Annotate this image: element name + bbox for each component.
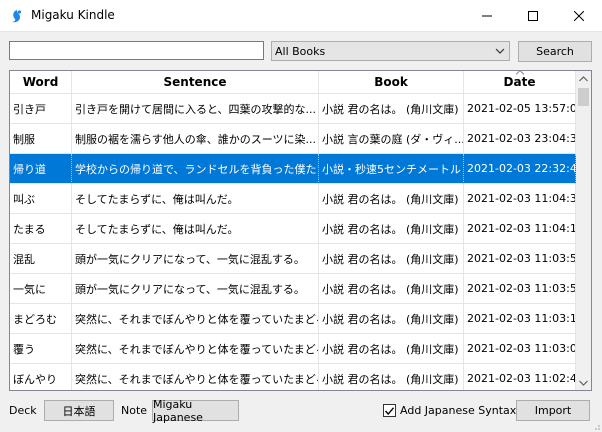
vertical-scrollbar[interactable] xyxy=(576,71,591,390)
date-cell: 2021-02-03 22:32:48 xyxy=(464,154,576,184)
date-cell: 2021-02-03 11:02:47 xyxy=(464,364,576,390)
sentence-cell: 突然に、それまでぼんやりと体を覆っていたまどろ... xyxy=(72,304,319,334)
table-row[interactable]: 制服 制服の裾を濡らす他人の傘、誰かのスーツに染... 小説 言の葉の庭 (ダ・ヴィ… xyxy=(10,124,576,154)
add-syntax-checkbox[interactable] xyxy=(383,404,396,417)
minimize-icon xyxy=(482,15,492,16)
word-cell: まどろむ xyxy=(10,304,72,334)
date-cell: 2021-02-03 11:04:38 xyxy=(464,184,576,214)
column-header-word[interactable]: Word xyxy=(10,71,72,93)
table-row[interactable]: 覆う 突然に、それまでぼんやりと体を覆っていたまどろ... 小説 君の名は。 (角川… xyxy=(10,334,576,364)
date-cell: 2021-02-05 13:57:05 xyxy=(464,94,576,124)
date-cell: 2021-02-03 23:04:33 xyxy=(464,124,576,154)
word-cell: 覆う xyxy=(10,334,72,364)
sentence-cell: そしてたまらずに、俺は叫んだ。 xyxy=(72,184,319,214)
checkmark-icon xyxy=(385,406,394,415)
migaku-app-icon xyxy=(12,10,22,23)
word-cell: 制服 xyxy=(10,124,72,154)
sentence-cell: 頭が一気にクリアになって、一気に混乱する。 xyxy=(72,274,319,304)
table-row[interactable]: ぼんやり 突然に、それまでぼんやりと体を覆っていたまどろ... 小説 君の名は。 (… xyxy=(10,364,576,390)
column-header-book[interactable]: Book xyxy=(319,71,464,93)
search-input[interactable] xyxy=(9,41,264,60)
book-filter-value: All Books xyxy=(275,45,326,58)
table-row[interactable]: たまる そしてたまらずに、俺は叫んだ。 小説 君の名は。 (角川文庫) 2021-02… xyxy=(10,214,576,244)
book-cell: 小説 君の名は。 (角川文庫) xyxy=(319,184,464,214)
close-button[interactable] xyxy=(556,0,602,31)
date-cell: 2021-02-03 11:03:56 xyxy=(464,244,576,274)
word-cell: 一気に xyxy=(10,274,72,304)
chevron-down-icon xyxy=(495,48,505,54)
book-cell: 小説 君の名は。 (角川文庫) xyxy=(319,214,464,244)
column-header-date[interactable]: Date xyxy=(464,71,576,93)
note-label: Note xyxy=(121,404,148,417)
word-cell: 叫ぶ xyxy=(10,184,72,214)
word-cell: ぼんやり xyxy=(10,364,72,390)
maximize-button[interactable] xyxy=(510,0,556,31)
book-cell: 小説・秒速5センチメートル ... xyxy=(319,154,464,184)
book-cell: 小説 君の名は。 (角川文庫) xyxy=(319,94,464,124)
column-header-date-label: Date xyxy=(503,75,536,89)
search-button[interactable]: Search xyxy=(518,41,592,62)
word-cell: 帰り道 xyxy=(10,154,72,184)
table-row[interactable]: 引き戸 引き戸を開けて居間に入ると、四葉の攻撃的な... 小説 君の名は。 (角川文… xyxy=(10,94,576,124)
minimize-button[interactable] xyxy=(464,0,510,31)
sentence-cell: そしてたまらずに、俺は叫んだ。 xyxy=(72,214,319,244)
table-row[interactable]: 混乱 頭が一気にクリアになって、一気に混乱する。 小説 君の名は。 (角川文庫) 20… xyxy=(10,244,576,274)
resize-grip-icon[interactable] xyxy=(592,422,600,430)
sentence-cell: 突然に、それまでぼんやりと体を覆っていたまどろ... xyxy=(72,364,319,390)
scroll-down-button[interactable] xyxy=(576,375,591,390)
chevron-up-icon xyxy=(579,75,588,81)
book-cell: 小説 君の名は。 (角川文庫) xyxy=(319,304,464,334)
date-cell: 2021-02-03 11:03:02 xyxy=(464,334,576,364)
table-row[interactable]: まどろむ 突然に、それまでぼんやりと体を覆っていたまどろ... 小説 君の名は。 (… xyxy=(10,304,576,334)
word-cell: 混乱 xyxy=(10,244,72,274)
date-cell: 2021-02-03 11:03:52 xyxy=(464,274,576,304)
book-cell: 小説 君の名は。 (角川文庫) xyxy=(319,244,464,274)
date-cell: 2021-02-03 11:03:15 xyxy=(464,304,576,334)
title-bar: Migaku Kindle xyxy=(0,0,602,32)
sentence-cell: 制服の裾を濡らす他人の傘、誰かのスーツに染... xyxy=(72,124,319,154)
note-type-button[interactable]: Migaku Japanese xyxy=(152,398,239,424)
maximize-icon xyxy=(528,10,538,21)
table-header: Word Sentence Book Date xyxy=(10,71,576,94)
window-title: Migaku Kindle xyxy=(31,8,115,22)
word-table: Word Sentence Book Date 引き戸 引き戸を開けて居間に入ると… xyxy=(9,70,592,391)
book-cell: 小説 言の葉の庭 (ダ・ヴィ... xyxy=(319,124,464,154)
deck-label: Deck xyxy=(9,404,37,417)
sentence-cell: 引き戸を開けて居間に入ると、四葉の攻撃的な... xyxy=(72,94,319,124)
scroll-up-button[interactable] xyxy=(576,71,591,86)
book-filter-select[interactable]: All Books xyxy=(271,41,510,61)
sort-indicator-icon xyxy=(515,71,524,75)
add-syntax-label: Add Japanese Syntax xyxy=(400,404,517,417)
word-cell: 引き戸 xyxy=(10,94,72,124)
scrollbar-thumb[interactable] xyxy=(578,88,589,106)
table-row[interactable]: 帰り道 学校からの帰り道で、ランドセルを背負った僕たち... 小説・秒速5センチメー… xyxy=(10,154,576,184)
table-row[interactable]: 叫ぶ そしてたまらずに、俺は叫んだ。 小説 君の名は。 (角川文庫) 2021-02-… xyxy=(10,184,576,214)
sentence-cell: 学校からの帰り道で、ランドセルを背負った僕たち... xyxy=(72,154,319,184)
book-cell: 小説 君の名は。 (角川文庫) xyxy=(319,364,464,390)
chevron-down-icon xyxy=(579,380,588,386)
import-button[interactable]: Import xyxy=(516,400,590,421)
book-cell: 小説 君の名は。 (角川文庫) xyxy=(319,334,464,364)
close-icon xyxy=(574,10,584,21)
sentence-cell: 突然に、それまでぼんやりと体を覆っていたまどろ... xyxy=(72,334,319,364)
date-cell: 2021-02-03 11:04:16 xyxy=(464,214,576,244)
book-cell: 小説 君の名は。 (角川文庫) xyxy=(319,274,464,304)
column-header-sentence[interactable]: Sentence xyxy=(72,71,319,93)
table-row[interactable]: 一気に 頭が一気にクリアになって、一気に混乱する。 小説 君の名は。 (角川文庫) 2… xyxy=(10,274,576,304)
deck-select-button[interactable]: 日本語 xyxy=(44,400,114,421)
sentence-cell: 頭が一気にクリアになって、一気に混乱する。 xyxy=(72,244,319,274)
word-cell: たまる xyxy=(10,214,72,244)
